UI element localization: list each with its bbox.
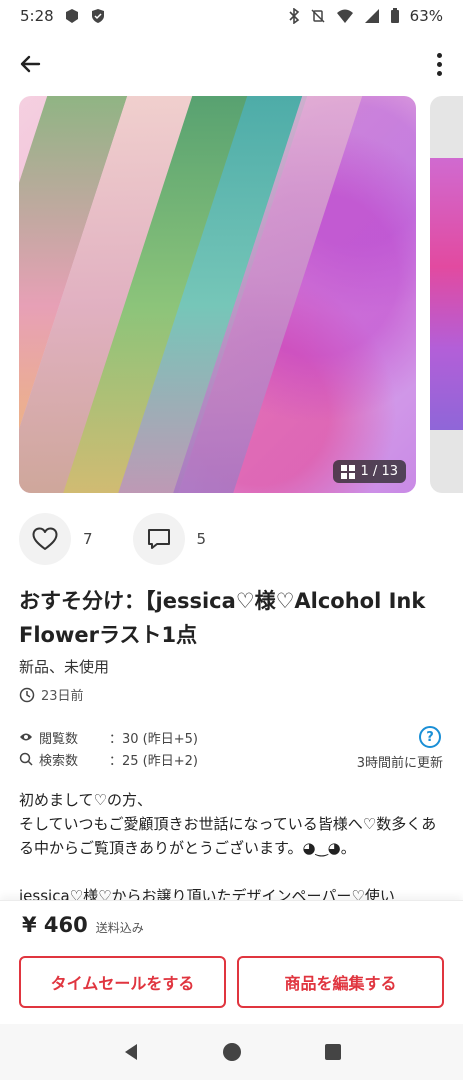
clock: 5:28 [20,7,54,25]
heart-icon [32,527,58,550]
vibrate-off-icon [311,9,325,23]
system-nav-bar [0,1024,463,1080]
action-row: 7 5 [19,513,206,565]
edit-item-button[interactable]: 商品を編集する [237,956,444,1008]
battery-level: 63% [409,7,443,25]
status-bar: 5:28 63% [0,0,463,32]
image-counter-badge: 1 / 13 [332,460,406,483]
back-button[interactable] [14,48,46,80]
recents-square-icon[interactable] [323,1042,343,1062]
item-description: 初めまして♡の方、 そしていつもご愛顧頂きお世話になっている皆様へ♡数多くある中… [19,791,437,900]
comment-icon [147,529,170,549]
like-button[interactable] [19,513,71,565]
product-image[interactable]: 1 / 13 [19,96,416,493]
more-options-button[interactable] [429,48,449,80]
listing-title: おすそ分け：【jessica♡様♡Alcohol Ink Flowerラスト1点 [19,589,426,647]
views-row: 閲覧数 ：30 (昨日+5) [19,726,443,748]
comment-button[interactable] [132,513,185,565]
posted-date-row: 23日前 [19,685,84,704]
more-dot [436,61,442,67]
comments-count: 5 [196,530,207,548]
item-condition: 新品、未使用 [19,658,110,676]
home-circle-icon[interactable] [222,1042,242,1062]
more-dot [436,52,442,58]
eye-icon [20,733,32,741]
more-dot [436,70,442,76]
stats-section: 閲覧数 ：30 (昨日+5) 検索数 ：25 (昨日+2) ? 3時間前に更新 [19,726,443,771]
image-counter: 1 / 13 [360,464,398,479]
signal-icon [364,9,379,23]
arrow-left-icon [20,55,41,73]
next-image-preview[interactable] [430,96,463,493]
image-carousel[interactable]: 1 / 13 [19,96,463,493]
views-value: ：30 (昨日+5) [109,731,198,747]
likes-count: 7 [83,530,93,548]
price-row: ¥ 460 送料込み [22,913,144,937]
bottom-action-panel: ¥ 460 送料込み タイムセールをする 商品を編集する [0,900,463,1024]
searches-label: 検索数 [39,753,79,769]
clock-icon [19,687,35,702]
shipping-label: 送料込み [95,921,144,935]
updated-time: 3時間前に更新 [356,756,443,771]
help-icon[interactable]: ? [419,726,441,748]
search-icon [19,752,33,766]
cube-icon [65,9,78,23]
posted-date: 23日前 [41,689,84,704]
searches-value: ：25 (昨日+2) [109,753,198,769]
next-image-content [430,158,463,430]
time-sale-button[interactable]: タイムセールをする [19,956,226,1008]
shield-icon [91,9,104,23]
wifi-icon [336,9,353,23]
views-label: 閲覧数 [39,731,79,747]
battery-icon [390,8,399,23]
top-bar [0,40,463,88]
back-triangle-icon[interactable] [121,1042,141,1062]
bluetooth-icon [289,8,299,24]
gallery-grid-icon [340,464,355,479]
price: ¥ 460 [22,913,88,937]
